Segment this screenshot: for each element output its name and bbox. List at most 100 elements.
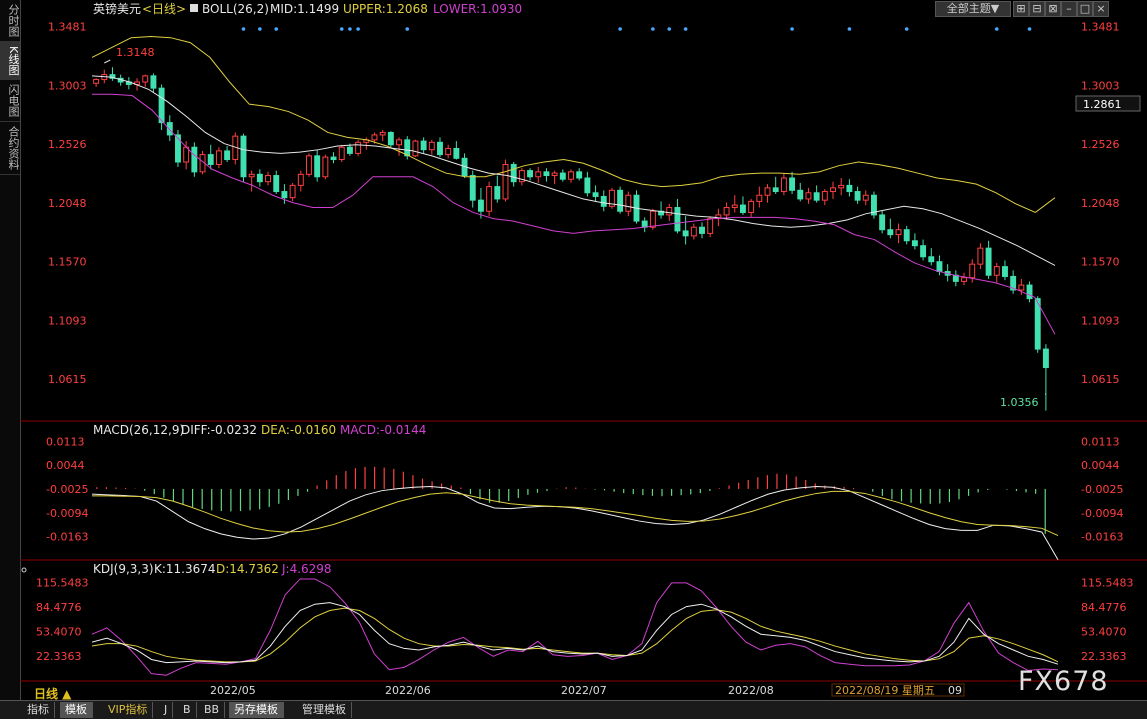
macd-y-tick-left: -0.0094 <box>46 507 88 520</box>
macd-y-tick-right: -0.0025 <box>1081 483 1123 496</box>
signal-marker <box>790 27 794 31</box>
candle-body <box>486 186 493 212</box>
candle-body <box>371 134 378 141</box>
candle-body <box>977 247 984 265</box>
minimize-icon[interactable]: – <box>1061 1 1077 17</box>
layout-3-icon[interactable]: ⊠ <box>1045 1 1061 17</box>
candle-body <box>428 141 435 151</box>
kdj-indicator-name: KDJ(9,3,3) <box>93 562 154 576</box>
candle-body <box>224 150 231 161</box>
chart-canvas: 1.3481 1.3481 1.3003 1.3003 1.2526 1.2526 1.20… <box>20 1 1147 697</box>
sidebar-tab-1[interactable]: K线图 <box>0 42 20 81</box>
candle-body <box>322 156 329 178</box>
candle-body <box>731 204 738 209</box>
y-tick-right: 1.3003 <box>1081 79 1120 92</box>
candle-body <box>404 139 411 157</box>
close-icon[interactable]: × <box>1093 1 1109 17</box>
kdj-y-tick-left: 22.3363 <box>36 650 82 663</box>
candle-body <box>699 226 705 234</box>
y-tick-right: 1.0615 <box>1081 373 1120 386</box>
candle-body <box>969 263 976 279</box>
bottom-tab-4[interactable]: B <box>178 702 197 718</box>
sidebar: 分时图 K线图 闪电图 合约资料 <box>0 0 21 700</box>
boll-indicator-name: BOLL(26,2) <box>202 2 269 16</box>
y-tick-left: 1.0615 <box>48 373 87 386</box>
signal-marker <box>904 27 909 31</box>
y-tick-left: 1.3481 <box>48 20 87 33</box>
candle-body <box>437 141 443 156</box>
candle-body <box>265 175 271 183</box>
candle-body <box>887 229 894 236</box>
layout-2-icon[interactable]: ⊟ <box>1029 1 1045 17</box>
theme-select[interactable]: 全部主题▼ <box>935 1 1011 17</box>
candle-body <box>649 210 656 228</box>
kdj-marker-dot <box>21 567 27 573</box>
candle-body <box>248 173 255 178</box>
candle-body <box>568 171 574 180</box>
macd-y-tick-left: 0.0044 <box>46 459 85 472</box>
y-tick-left: 1.2048 <box>48 197 87 210</box>
sidebar-tab-0[interactable]: 分时图 <box>0 0 20 42</box>
candle-body <box>584 177 591 194</box>
bottom-tab-3[interactable]: J <box>159 702 174 718</box>
candle-body <box>862 194 869 201</box>
macd-y-tick-right: 0.0113 <box>1081 435 1120 448</box>
signal-marker <box>274 27 279 31</box>
kdj-k-value: K:11.3674 <box>154 562 216 576</box>
x-tick-label: 2022/08 <box>728 684 774 697</box>
candle-body <box>273 175 280 193</box>
signal-marker <box>356 27 360 31</box>
candle-body <box>1042 348 1049 369</box>
candle-body <box>846 184 853 193</box>
bottom-tab-7[interactable]: 管理模板 <box>297 702 352 718</box>
candle-body <box>150 75 157 89</box>
macd-y-tick-left: 0.0113 <box>46 435 85 448</box>
signal-marker <box>405 27 410 31</box>
candle-body <box>502 163 509 200</box>
boll-mid-value: MID:1.1499 <box>270 2 339 16</box>
candle-body <box>993 266 1000 276</box>
candle-body <box>895 229 902 236</box>
macd-indicator-name: MACD(26,12,9) <box>93 423 184 437</box>
candle-body <box>1026 284 1033 300</box>
signal-marker <box>1027 27 1032 31</box>
candle-body <box>1002 266 1008 277</box>
x-tick-label: 2022/06 <box>385 684 431 697</box>
candle-body <box>789 177 796 191</box>
candle-body <box>527 170 534 178</box>
bottom-tab-6[interactable]: 另存模板 <box>229 702 284 718</box>
candle-body <box>338 146 345 161</box>
boll-upper-line <box>91 35 1056 214</box>
candle-body <box>387 131 394 146</box>
boll-upper-value: UPPER:1.2068 <box>343 2 428 16</box>
bottom-tab-0[interactable]: 指标 <box>22 702 55 718</box>
instrument-title: 英镑美元 <box>93 1 141 16</box>
candle-body <box>314 155 321 178</box>
candle-body <box>600 195 607 207</box>
candle-body <box>412 140 419 157</box>
sidebar-tab-3[interactable]: 合约资料 <box>0 122 20 176</box>
candle-body <box>617 189 624 212</box>
kdj-y-tick-left: 115.5483 <box>36 576 89 589</box>
candle-body <box>928 256 935 263</box>
current-price-value: 1.2861 <box>1083 98 1122 111</box>
signal-marker <box>339 27 344 31</box>
restore-icon[interactable]: □ <box>1077 1 1093 17</box>
candle-body <box>576 171 583 179</box>
bottom-tab-1[interactable]: 模板 <box>60 702 93 718</box>
candle-body <box>821 191 828 201</box>
candle-body <box>191 146 198 173</box>
candle-body <box>936 261 943 273</box>
bottom-tab-5[interactable]: BB <box>199 702 226 718</box>
signal-marker <box>258 27 262 31</box>
signal-marker <box>241 27 246 31</box>
layout-1-icon[interactable]: ⊞ <box>1013 1 1029 17</box>
candle-body <box>797 189 804 200</box>
candle-body <box>469 175 476 201</box>
candle-body <box>477 199 484 212</box>
sidebar-tab-2[interactable]: 闪电图 <box>0 80 20 123</box>
candle-body <box>281 191 288 199</box>
candle-body <box>592 192 599 197</box>
bottom-tab-2[interactable]: VIP指标 <box>103 702 154 718</box>
kdj-y-tick-right: 53.4070 <box>1081 626 1127 639</box>
